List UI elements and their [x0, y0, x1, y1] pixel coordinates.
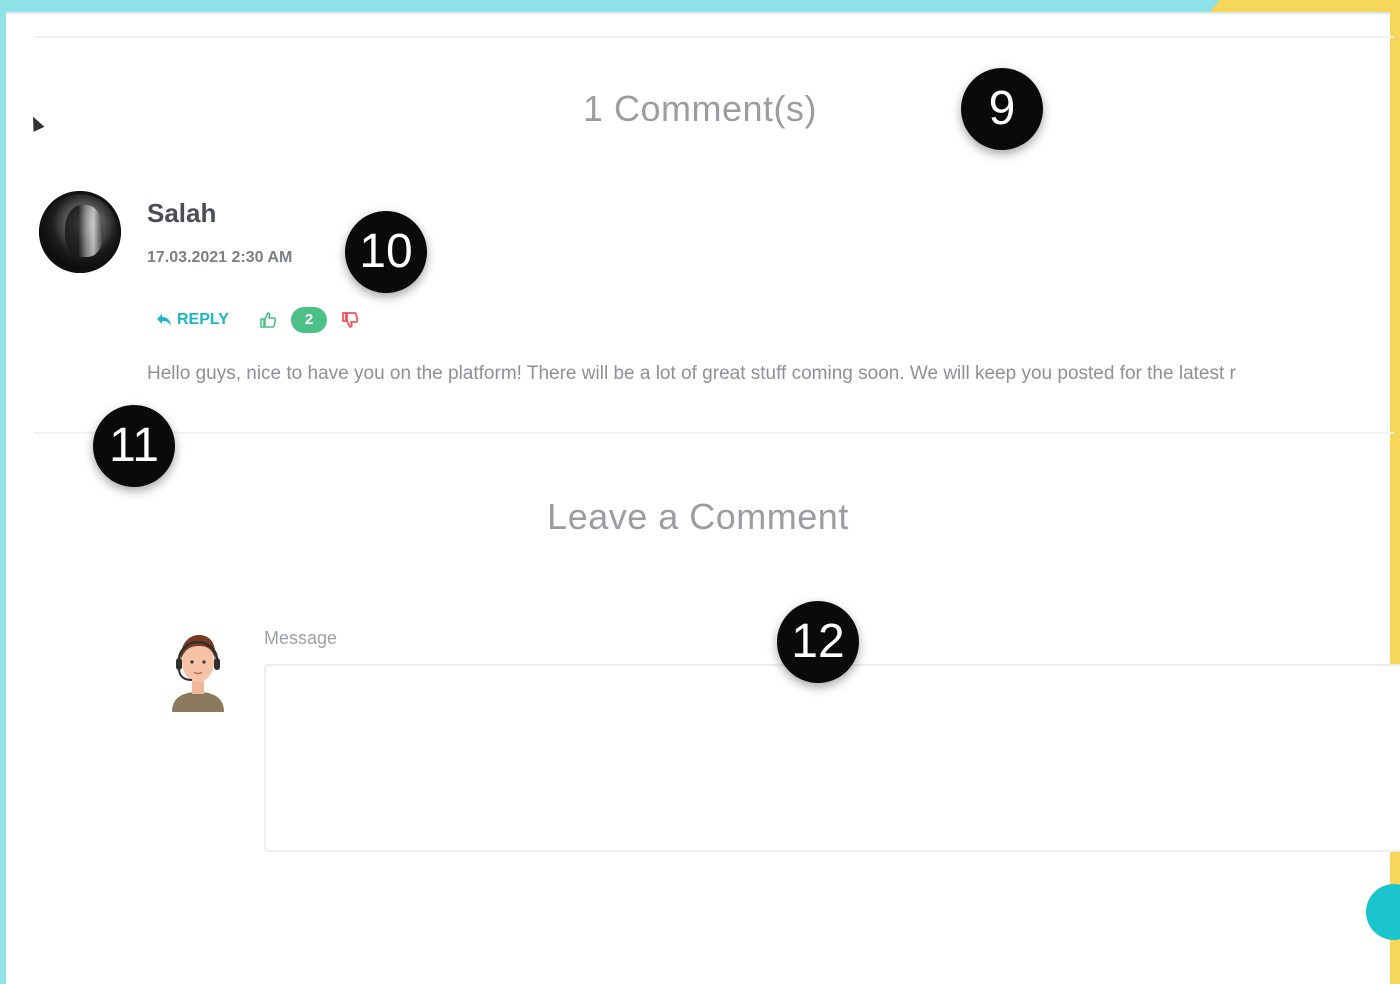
section-divider [34, 432, 1394, 434]
comment-body: Hello guys, nice to have you on the plat… [147, 363, 1236, 384]
comment-author: Salah [147, 198, 217, 228]
like-count-badge: 2 [291, 307, 327, 333]
annotation-badge-12: 12 [777, 601, 859, 683]
annotation-badge-10: 10 [345, 211, 427, 293]
reply-button[interactable]: REPLY [155, 311, 229, 329]
frame-top-border [0, 0, 1400, 12]
leave-comment-title: Leave a Comment [547, 496, 849, 537]
comments-count-title: 1 Comment(s) [582, 88, 818, 129]
message-input[interactable] [264, 664, 1400, 852]
frame-top-accent [1210, 0, 1400, 12]
frame-left-border [0, 0, 6, 984]
top-divider [34, 36, 1394, 38]
thumbs-down-icon[interactable] [340, 310, 360, 330]
annotation-badge-11: 11 [93, 405, 175, 487]
message-label: Message [264, 628, 338, 648]
thumbs-up-icon[interactable] [258, 310, 278, 330]
annotation-badge-9: 9 [961, 68, 1043, 150]
commenter-avatar [39, 191, 121, 273]
submit-comment-button[interactable] [1366, 884, 1400, 940]
user-avatar-icon [172, 635, 224, 712]
comment-timestamp: 17.03.2021 2:30 AM [147, 249, 293, 266]
reply-arrow-icon [157, 314, 171, 326]
reply-label: REPLY [177, 311, 229, 328]
frame-inner-line [6, 12, 1390, 14]
